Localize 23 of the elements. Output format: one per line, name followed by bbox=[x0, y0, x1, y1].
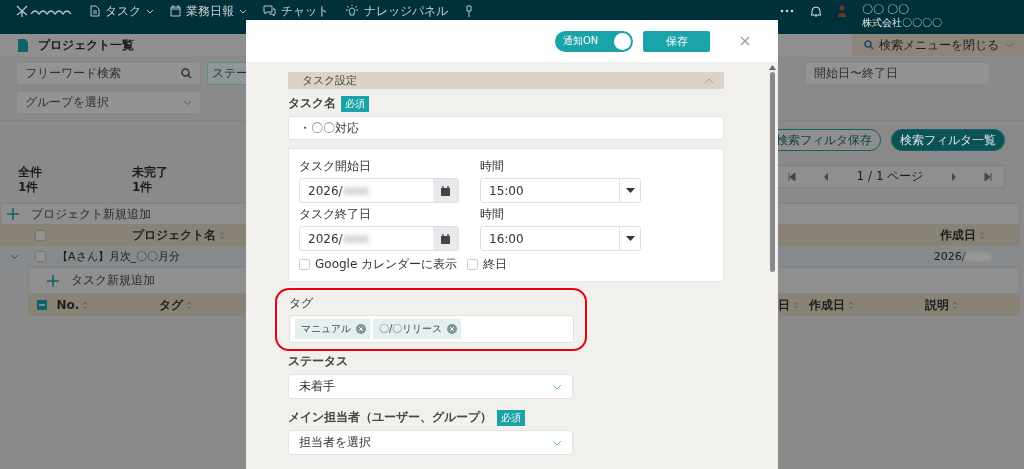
page-title: プロジェクト一覧 bbox=[38, 36, 134, 54]
page-indicator: 1 / 1 ページ bbox=[856, 168, 924, 185]
created-date-cell: 2026/ bbox=[905, 250, 1020, 263]
required-badge: 必須 bbox=[497, 409, 525, 426]
company-name: 株式会社〇〇〇〇 bbox=[862, 16, 942, 28]
field-label: タスク名 bbox=[288, 95, 336, 112]
tag-chip: 〇/〇リリース bbox=[373, 319, 462, 339]
stat-count: 1件 bbox=[132, 180, 154, 195]
stat-label: 全件 bbox=[18, 165, 42, 180]
tag-chip: マニュアル bbox=[295, 319, 370, 339]
field-label: 時間 bbox=[480, 158, 505, 175]
user-name: 〇〇 〇〇 bbox=[862, 4, 911, 17]
field-label: メイン担当者（ユーザー、グループ） bbox=[288, 409, 492, 426]
required-badge: 必須 bbox=[341, 95, 369, 112]
field-label: タグ bbox=[289, 295, 314, 312]
stat-label: 未完了 bbox=[132, 165, 168, 180]
field-label: タスク開始日 bbox=[299, 158, 372, 175]
checkbox-label: 終日 bbox=[483, 256, 508, 273]
field-label: ステータス bbox=[288, 353, 348, 370]
field-label: 時間 bbox=[480, 206, 505, 223]
stat-count: 1件 bbox=[18, 180, 40, 195]
field-label: タスク終了日 bbox=[299, 206, 372, 223]
checkbox-label: Google カレンダーに表示 bbox=[315, 256, 458, 273]
